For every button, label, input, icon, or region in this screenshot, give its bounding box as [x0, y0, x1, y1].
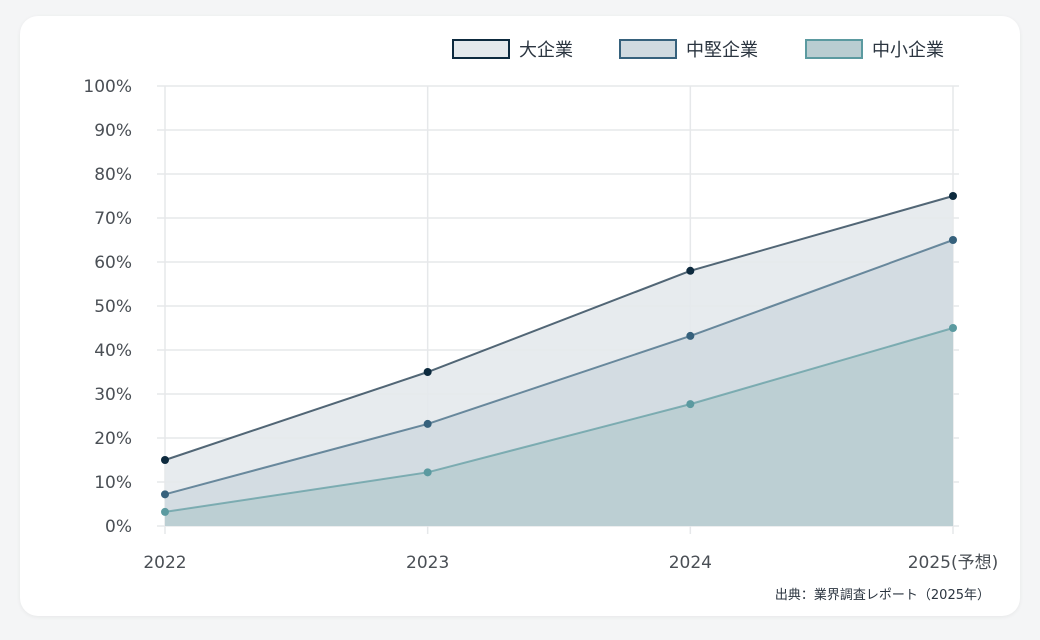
- legend-swatch: [452, 39, 510, 59]
- data-point: [423, 368, 432, 376]
- data-point: [686, 266, 695, 275]
- y-tick-label: 60%: [94, 253, 132, 273]
- data-point: [686, 400, 695, 409]
- data-point: [423, 468, 432, 477]
- legend-swatch: [619, 39, 677, 59]
- data-point: [161, 507, 169, 516]
- y-tick-label: 70%: [94, 209, 132, 229]
- y-tick-label: 0%: [105, 517, 132, 537]
- x-tick-label: 2024: [669, 553, 712, 573]
- data-point: [686, 331, 695, 340]
- data-point: [949, 192, 957, 200]
- y-axis: 0% 10% 20% 30% 40% 50% 60% 70% 80% 90% 100%: [83, 77, 132, 537]
- chart-card: 0% 10% 20% 30% 40% 50% 60% 70% 80% 90% 100% 2022 20…: [20, 16, 1020, 616]
- x-tick-label: 2023: [406, 553, 449, 573]
- data-point: [423, 419, 432, 428]
- y-tick-label: 20%: [94, 429, 132, 449]
- legend-label: 中小企業: [872, 40, 944, 61]
- y-tick-label: 50%: [94, 297, 132, 317]
- x-tick-label: 2025(予想): [908, 553, 999, 573]
- data-point: [949, 324, 957, 332]
- y-tick-label: 40%: [94, 341, 132, 361]
- y-tick-label: 30%: [94, 385, 132, 405]
- x-axis: 2022 2023 2024 2025(予想): [143, 553, 998, 573]
- y-tick-label: 90%: [94, 121, 132, 141]
- data-point: [949, 236, 957, 244]
- legend: 大企業 中堅企業 中小企業: [452, 39, 944, 61]
- area-chart: 0%10%20%30%40%50%60%70%80%90%100% 2022 20…: [83, 39, 998, 603]
- x-tick-label: 2022: [143, 553, 186, 573]
- y-tick-label: 80%: [94, 165, 132, 185]
- y-tick-label: 100%: [83, 77, 132, 97]
- area-layer: [165, 196, 953, 526]
- legend-swatch: [805, 39, 863, 59]
- source-note: 出典：業界調査レポート（2025年）: [775, 587, 990, 603]
- data-point: [161, 490, 169, 499]
- legend-label: 中堅企業: [686, 40, 758, 61]
- legend-label: 大企業: [519, 40, 573, 61]
- y-tick-label: 10%: [94, 473, 132, 493]
- data-point: [161, 456, 169, 464]
